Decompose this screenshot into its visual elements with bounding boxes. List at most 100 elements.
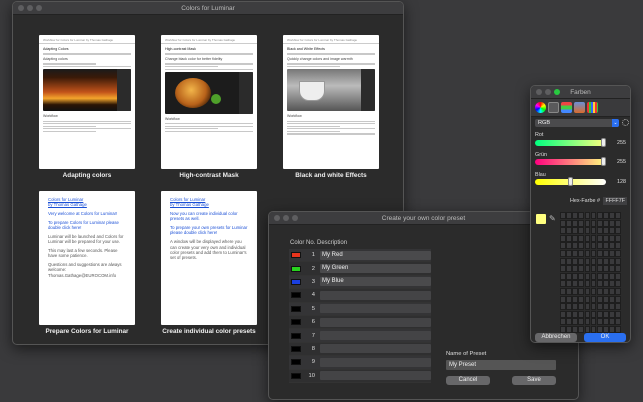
preset-color-row[interactable]: 1 My Red [289,249,431,263]
gear-icon[interactable] [622,119,629,126]
custom-swatch[interactable] [584,257,591,265]
custom-swatch[interactable] [572,234,578,242]
color-swatch[interactable] [291,305,301,312]
custom-swatch[interactable] [572,280,578,288]
color-description-input[interactable]: My Blue [320,277,431,287]
custom-swatch[interactable] [603,303,609,311]
colors-panel-titlebar[interactable]: Farben [531,86,630,99]
custom-swatch[interactable] [609,295,615,303]
custom-swatch[interactable] [596,212,603,219]
custom-swatch[interactable] [615,295,621,303]
blue-slider-knob[interactable] [568,177,574,186]
color-description-input[interactable] [320,344,431,354]
custom-swatch[interactable] [560,219,566,227]
custom-swatch[interactable] [609,287,615,295]
custom-swatch[interactable] [596,219,603,227]
custom-swatch[interactable] [615,272,621,280]
ok-button[interactable]: OK [584,333,626,342]
custom-swatch[interactable] [609,272,615,280]
custom-swatch[interactable] [590,310,597,318]
custom-swatch[interactable] [609,257,615,265]
preset-color-row[interactable]: 9 [289,356,431,370]
custom-swatch[interactable] [596,303,603,311]
custom-swatch[interactable] [566,234,572,242]
custom-swatch[interactable] [603,287,609,295]
custom-swatch[interactable] [584,310,591,318]
color-swatch[interactable] [291,292,301,299]
custom-swatch[interactable] [566,303,572,311]
custom-swatch[interactable] [572,249,578,257]
custom-swatch[interactable] [590,227,597,235]
custom-swatch[interactable] [596,295,603,303]
custom-swatch[interactable] [578,219,585,227]
custom-swatch[interactable] [560,318,566,326]
custom-swatch[interactable] [615,303,621,311]
custom-swatch[interactable] [572,310,578,318]
main-window-titlebar[interactable]: Colors for Luminar [13,2,403,15]
custom-swatch[interactable] [590,219,597,227]
custom-swatch[interactable] [566,287,572,295]
custom-swatch[interactable] [609,303,615,311]
custom-swatch[interactable] [590,257,597,265]
custom-swatch[interactable] [609,219,615,227]
custom-swatch[interactable] [590,272,597,280]
workflow-card-black-white[interactable]: Workflow for Colors for Luminar by Thoma… [283,35,379,169]
custom-swatch[interactable] [590,303,597,311]
close-button[interactable] [274,215,280,221]
custom-swatch[interactable] [584,227,591,235]
preset-color-row[interactable]: 2 My Green [289,262,431,276]
custom-swatch[interactable] [603,257,609,265]
color-description-input[interactable] [320,304,431,314]
custom-swatch[interactable] [578,287,585,295]
custom-swatch[interactable] [578,303,585,311]
color-swatch[interactable] [291,359,301,366]
zoom-button[interactable] [292,215,298,221]
hex-input[interactable]: FFFF7F [603,197,627,205]
custom-swatch[interactable] [560,227,566,235]
custom-swatch[interactable] [572,242,578,250]
custom-swatch[interactable] [578,310,585,318]
custom-swatch[interactable] [566,227,572,235]
custom-swatch[interactable] [584,212,591,219]
custom-swatch[interactable] [578,318,585,326]
color-description-input[interactable] [320,317,431,327]
save-button[interactable]: Save [512,376,556,385]
color-swatch[interactable] [291,252,301,259]
custom-swatch[interactable] [596,280,603,288]
green-slider[interactable] [535,159,606,165]
custom-swatch[interactable] [572,265,578,273]
custom-swatch[interactable] [566,265,572,273]
custom-swatch[interactable] [584,303,591,311]
custom-swatch[interactable] [596,287,603,295]
color-mode-select[interactable]: RGB ⌄ [535,119,619,127]
custom-swatch[interactable] [566,295,572,303]
custom-swatch[interactable] [596,234,603,242]
custom-swatch[interactable] [584,219,591,227]
custom-swatch[interactable] [584,287,591,295]
custom-swatch[interactable] [578,249,585,257]
custom-swatch[interactable] [596,227,603,235]
preset-color-row[interactable]: 5 [289,302,431,316]
zoom-button[interactable] [554,89,560,95]
color-swatch[interactable] [291,265,301,272]
custom-swatch[interactable] [590,280,597,288]
custom-swatch[interactable] [603,318,609,326]
close-button[interactable] [18,5,24,11]
custom-swatch[interactable] [615,325,621,333]
zoom-button[interactable] [36,5,42,11]
custom-swatch[interactable] [572,303,578,311]
close-button[interactable] [536,89,542,95]
custom-swatch[interactable] [578,265,585,273]
cancel-button[interactable]: Cancel [446,376,490,385]
custom-swatch[interactable] [615,280,621,288]
custom-swatch[interactable] [603,295,609,303]
custom-swatch[interactable] [615,242,621,250]
color-description-input[interactable] [320,371,431,381]
minimize-button[interactable] [545,89,551,95]
custom-swatch[interactable] [572,318,578,326]
custom-swatch[interactable] [572,219,578,227]
custom-swatch[interactable] [603,227,609,235]
custom-swatch[interactable] [560,272,566,280]
red-slider[interactable] [535,140,606,146]
custom-swatch[interactable] [584,325,591,333]
